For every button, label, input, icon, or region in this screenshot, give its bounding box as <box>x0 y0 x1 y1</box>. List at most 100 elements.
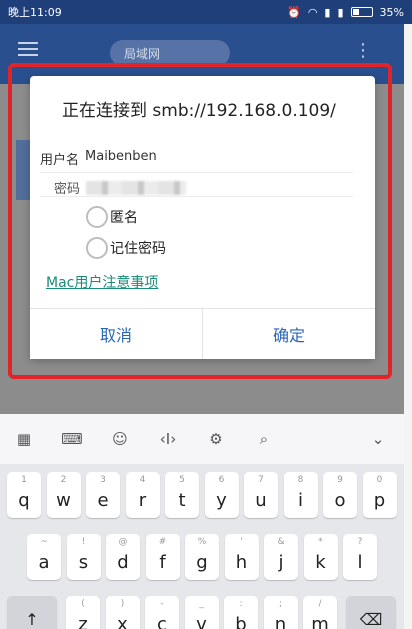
key-secondary-label: ; <box>278 599 283 609</box>
key-label: ⌫ <box>359 610 383 629</box>
key-secondary-label: ' <box>240 537 243 547</box>
key-secondary-label: ? <box>357 537 363 547</box>
key-d[interactable]: @ d <box>106 534 140 580</box>
confirm-button[interactable]: 确定 <box>203 309 375 359</box>
key-t[interactable]: 5t <box>165 472 199 518</box>
key-l[interactable]: ? l <box>343 534 377 580</box>
key-q[interactable]: 1q <box>7 472 41 518</box>
key-u[interactable]: 7u <box>244 472 278 518</box>
password-field[interactable]: 密码 <box>54 178 187 197</box>
key-w[interactable]: 2w <box>46 472 81 518</box>
key-label: r <box>138 490 147 511</box>
key-label: i <box>297 490 303 511</box>
menu-icon[interactable] <box>18 42 38 56</box>
key-label: a <box>38 552 50 573</box>
search-icon[interactable]: ⌕ <box>240 430 288 448</box>
key-s[interactable]: ! s <box>66 534 101 580</box>
keyboard-icon[interactable]: ⌨ <box>48 430 96 448</box>
tab-lan-label: 局域网 <box>124 47 161 61</box>
username-label: 用户名 <box>40 153 80 168</box>
key-label: e <box>97 490 109 511</box>
password-label: 密码 <box>54 182 81 197</box>
key-f[interactable]: # f <box>145 534 180 580</box>
chevron-down-icon[interactable]: ⌄ <box>358 430 398 448</box>
key-x[interactable]: ) x <box>105 596 140 629</box>
key-label: x <box>117 614 128 629</box>
key-j[interactable]: & j <box>264 534 298 580</box>
key-i[interactable]: 8i <box>283 472 318 518</box>
battery-percent: 35% <box>379 5 404 19</box>
grid-icon[interactable]: ▦ <box>0 430 48 448</box>
key-a[interactable]: ~ a <box>27 534 61 580</box>
key-secondary-label: 6 <box>218 475 225 485</box>
key-label: m <box>311 614 329 629</box>
key-secondary-label: % <box>197 537 207 547</box>
key-secondary-label: 7 <box>258 475 264 485</box>
key-label: y <box>216 490 227 511</box>
key-label: f <box>159 552 166 573</box>
key-y[interactable]: 6y <box>204 472 239 518</box>
key-p[interactable]: 0p <box>362 472 397 518</box>
gear-icon[interactable]: ⚙ <box>192 430 240 448</box>
key-label: h <box>235 552 248 573</box>
key-r[interactable]: 4r <box>125 472 160 518</box>
key-label: d <box>117 552 129 573</box>
mac-notes-link[interactable]: Mac用户注意事项 <box>46 272 158 292</box>
key-label: o <box>334 490 346 511</box>
key-secondary-label: # <box>158 537 167 547</box>
key-secondary-label: 0 <box>376 475 383 485</box>
key-secondary-label: 1 <box>21 475 27 485</box>
status-time: 晚上11:09 <box>8 6 62 19</box>
smb-connect-dialog: 正在连接到 smb://192.168.0.109/ 用户名 Maibenben… <box>30 76 375 359</box>
key-secondary-label: ( <box>81 599 85 609</box>
key-k[interactable]: * k <box>303 534 338 580</box>
key-label: k <box>315 552 326 573</box>
key-label: q <box>18 490 30 511</box>
key-secondary-label: : <box>239 599 243 609</box>
key-secondary-label: _ <box>199 599 204 609</box>
side-strip <box>404 24 412 629</box>
key-v[interactable]: _ v <box>184 596 219 629</box>
key-label: z <box>78 614 88 629</box>
key-o[interactable]: 9o <box>323 472 357 518</box>
key-g[interactable]: % g <box>185 534 219 580</box>
key-secondary-label: ~ <box>40 537 48 547</box>
soft-keyboard: ▦ ⌨ ☺ ‹I› ⚙ ⌕ ⌄ 1 q 2 w 3 e 4 r 5 t 6 y 7 u 8 i 9 o 0 p ~ a! s… <box>0 414 404 629</box>
key-c[interactable]: -c <box>145 596 179 629</box>
key-label: t <box>178 490 186 511</box>
signal-icon-2: ▮ <box>337 5 344 19</box>
remember-radio-icon[interactable] <box>86 237 108 259</box>
key-b[interactable]: :b <box>224 596 258 629</box>
anonymous-radio-icon[interactable] <box>86 206 108 228</box>
key-n[interactable]: ; n <box>263 596 298 629</box>
key-z[interactable]: (z <box>66 596 100 629</box>
dialog-buttons: 取消 确定 <box>30 308 375 359</box>
key-secondary-label: 3 <box>100 475 106 485</box>
key-secondary-label: 2 <box>60 475 67 485</box>
more-options-icon[interactable]: ⋮ <box>354 40 372 61</box>
alarm-icon: ⏰ <box>287 5 301 19</box>
shift-key[interactable]: ↑ <box>7 596 57 629</box>
key-secondary-label: 9 <box>337 475 343 485</box>
key-secondary-label: @ <box>118 537 128 547</box>
backspace-key[interactable]: ⌫ <box>346 596 396 629</box>
key-e[interactable]: 3e <box>86 472 120 518</box>
key-m[interactable]: / m <box>303 596 337 629</box>
password-value-blurred <box>86 180 187 195</box>
cursor-icon[interactable]: ‹I› <box>144 430 192 448</box>
key-label: ↑ <box>25 610 39 629</box>
key-secondary-label: 8 <box>297 475 304 485</box>
key-secondary-label: ! <box>81 537 86 547</box>
signal-icon: ▮ <box>324 5 331 19</box>
remember-password-checkbox[interactable]: 记住密码 <box>86 237 166 259</box>
anonymous-checkbox[interactable]: 匿名 <box>86 206 138 228</box>
key-secondary-label: / <box>318 599 322 609</box>
username-field[interactable]: 用户名 Maibenben <box>40 149 157 168</box>
key-label: v <box>196 614 207 629</box>
key-label: p <box>373 490 386 511</box>
emoji-icon[interactable]: ☺ <box>96 430 144 448</box>
keyboard-toolbar: ▦ ⌨ ☺ ‹I› ⚙ ⌕ ⌄ <box>0 414 404 464</box>
cancel-button[interactable]: 取消 <box>30 309 203 359</box>
key-h[interactable]: ' h <box>224 534 259 580</box>
status-icons: ⏰ ◠ ▮ ▮ 35% <box>287 6 404 19</box>
